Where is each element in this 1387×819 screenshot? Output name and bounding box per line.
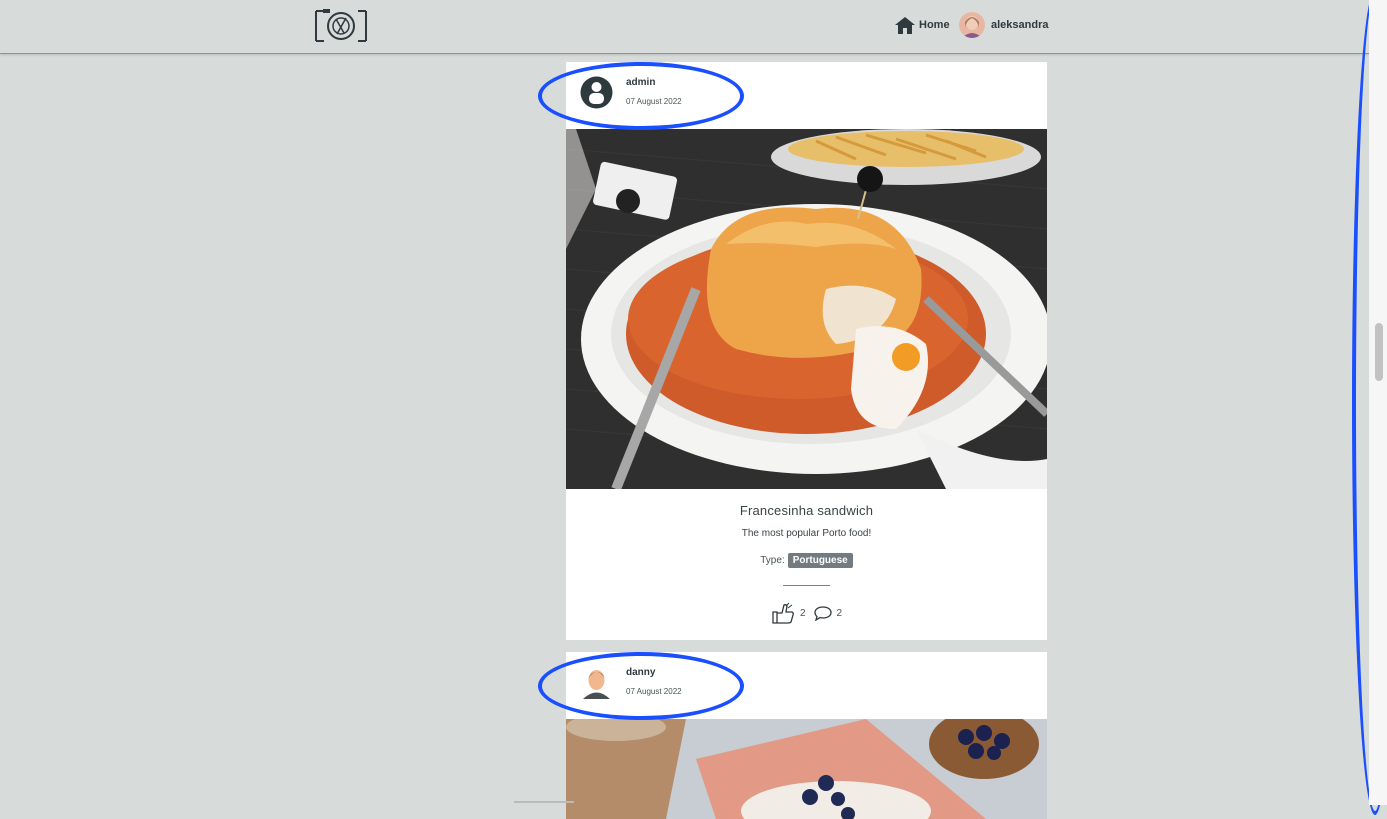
speech-bubble-icon [813, 606, 832, 621]
like-button[interactable]: 2 [771, 602, 806, 624]
post-type: Type: Portuguese [566, 553, 1047, 568]
type-label: Type: [760, 555, 785, 567]
home-label: Home [919, 19, 950, 31]
cuisine-badge[interactable]: Portuguese [787, 553, 853, 568]
user-avatar [959, 12, 985, 38]
post-header: danny 07 August 2022 [566, 652, 1047, 719]
post-date: 07 August 2022 [626, 97, 682, 106]
man-avatar-icon[interactable] [580, 666, 613, 699]
comment-button[interactable]: 2 [813, 605, 843, 621]
camera-plate-icon[interactable] [314, 7, 368, 45]
post-date: 07 August 2022 [626, 687, 682, 696]
post-description: The most popular Porto food! [741, 528, 872, 539]
thumbs-up-icon [772, 602, 794, 624]
scrollbar-track[interactable] [1369, 0, 1387, 805]
scrollbar-thumb[interactable] [1375, 323, 1383, 381]
home-link[interactable]: Home [894, 14, 950, 36]
like-count: 2 [799, 607, 806, 619]
post-image[interactable] [566, 719, 1047, 819]
divider [783, 585, 830, 586]
top-navbar: Home aleksandra [0, 0, 1369, 54]
post-card: danny 07 August 2022 [566, 652, 1047, 819]
comment-count: 2 [836, 607, 843, 619]
username-label: aleksandra [991, 19, 1049, 31]
post-title[interactable]: Francesinha sandwich [566, 503, 1047, 518]
house-icon [895, 17, 915, 34]
post-actions: 2 2 [566, 602, 1047, 624]
post-image[interactable] [566, 129, 1047, 489]
divider [514, 801, 574, 803]
post-author[interactable]: admin [626, 77, 655, 88]
post-header: admin 07 August 2022 [566, 62, 1047, 129]
user-profile-link[interactable]: aleksandra [959, 11, 1048, 39]
default-user-icon[interactable] [580, 76, 613, 109]
post-author[interactable]: danny [626, 667, 655, 678]
post-card: admin 07 August 2022 Francesinha sandwic… [566, 62, 1047, 640]
